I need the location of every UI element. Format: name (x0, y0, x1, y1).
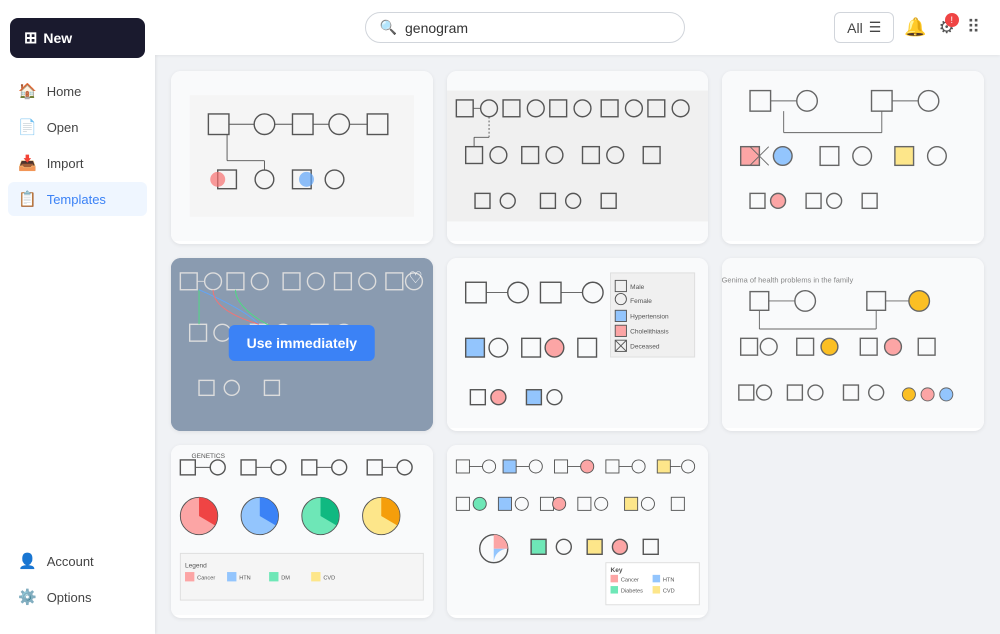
card-thumb-top-left (171, 71, 433, 241)
svg-text:Male: Male (630, 284, 645, 291)
card-info-health: Health Assessment Genogram 👁 50 ♡ 2 ⧉ (722, 428, 984, 431)
svg-text:CVD: CVD (323, 576, 335, 582)
sidebar-bottom: 👤 Account ⚙️ Options (0, 534, 155, 624)
card-info-medical-sample: Medical Genogram Sample 👁 53 ♡ 1 ⧉ (722, 241, 984, 244)
use-immediately-button[interactable]: Use immediately (229, 325, 376, 361)
template-card-health[interactable]: Genima of health problems in the family (722, 258, 984, 431)
template-card-top-middle[interactable]: 👁 408.0k ♡ 65 ⧉ 9.4k (447, 71, 709, 244)
sidebar-item-open-label: Open (47, 120, 79, 135)
sidebar: ⊞ New 🏠 Home 📄 Open 📥 Import 📋 Templates… (0, 0, 155, 634)
sidebar-item-import[interactable]: 📥 Import (8, 146, 147, 180)
svg-text:Cancer: Cancer (197, 576, 215, 582)
main-content: 🔍 All ☰ 🔔 ⚙ ! ⠿ (155, 0, 1000, 634)
options-icon: ⚙️ (18, 588, 37, 606)
sidebar-item-options[interactable]: ⚙️ Options (8, 580, 147, 614)
card-thumb-top-middle (447, 71, 709, 241)
sidebar-item-account[interactable]: 👤 Account (8, 544, 147, 578)
sidebar-item-home-label: Home (47, 84, 82, 99)
sidebar-item-home[interactable]: 🏠 Home (8, 74, 147, 108)
svg-text:CVD: CVD (663, 589, 675, 595)
heart-overlay-icon: ♡ (408, 268, 422, 288)
card-thumb-nursing: Key Cancer HTN Diabetes CVD (447, 445, 709, 615)
svg-text:Key: Key (610, 567, 622, 574)
svg-text:HTN: HTN (663, 577, 675, 583)
open-icon: 📄 (18, 118, 37, 136)
sidebar-item-templates[interactable]: 📋 Templates (8, 182, 147, 216)
svg-text:Legend: Legend (185, 562, 207, 569)
card-info-medical-1: Medical Genogram 👁 105 ♡ 2 ⧉ 6 (447, 428, 709, 431)
search-icon: 🔍 (380, 19, 397, 36)
card-thumb-health: Genima of health problems in the family (722, 258, 984, 428)
svg-text:HTN: HTN (239, 576, 251, 582)
settings-badge: ! (945, 13, 959, 27)
card-thumb-medical-sample (722, 71, 984, 241)
apps-icon: ⠿ (967, 17, 980, 37)
svg-text:Cancer: Cancer (620, 577, 638, 583)
menu-icon: ☰ (869, 19, 882, 36)
template-card-medical-2[interactable]: GENETICS (171, 445, 433, 618)
svg-text:Deceased: Deceased (630, 344, 660, 351)
template-card-family[interactable]: ♡ Use immediately Family Genogram 👁 121 … (171, 258, 433, 431)
search-input[interactable] (405, 20, 670, 36)
sidebar-item-templates-label: Templates (47, 192, 106, 207)
template-card-medical-1[interactable]: Male Female Hypertension Cholelithiasis … (447, 258, 709, 431)
plus-icon: ⊞ (24, 28, 37, 48)
account-icon: 👤 (18, 552, 37, 570)
apps-button[interactable]: ⠿ (967, 17, 980, 38)
card-info-medical-2: Medical Genogram 👁 15 ♡ 1 ⧉ 5 (171, 615, 433, 618)
settings-button[interactable]: ⚙ ! (939, 17, 955, 38)
svg-text:Cholelithiasis: Cholelithiasis (630, 329, 669, 336)
svg-text:Genima of health problems in t: Genima of health problems in the family (722, 275, 853, 284)
import-icon: 📥 (18, 154, 37, 172)
card-thumb-medical-2: GENETICS (171, 445, 433, 615)
bell-icon: 🔔 (904, 17, 926, 37)
card-info-top-middle: 👁 408.0k ♡ 65 ⧉ 9.4k (447, 241, 709, 244)
svg-text:Hypertension: Hypertension (630, 314, 669, 321)
template-card-top-left[interactable]: 👁 68 ♡ 3 ⧉ 44 (171, 71, 433, 244)
new-label: New (43, 30, 72, 46)
card-info-top-left: 👁 68 ♡ 3 ⧉ 44 (171, 241, 433, 244)
header: 🔍 All ☰ 🔔 ⚙ ! ⠿ (155, 0, 1000, 55)
card-thumb-family: ♡ Use immediately (171, 258, 433, 428)
template-card-medical-sample[interactable]: Medical Genogram Sample 👁 53 ♡ 1 ⧉ (722, 71, 984, 244)
svg-text:GENETICS: GENETICS (192, 453, 226, 460)
filter-label: All (847, 20, 863, 36)
notifications-button[interactable]: 🔔 (904, 17, 926, 38)
filter-button[interactable]: All ☰ (834, 12, 894, 43)
templates-icon: 📋 (18, 190, 37, 208)
svg-text:Diabetes: Diabetes (620, 589, 642, 595)
card-info-family: Family Genogram 👁 121 ♡ 1 ⧉ 33 (171, 428, 433, 431)
card-thumb-medical-1: Male Female Hypertension Cholelithiasis … (447, 258, 709, 428)
search-bar[interactable]: 🔍 (365, 12, 685, 43)
sidebar-nav: 🏠 Home 📄 Open 📥 Import 📋 Templates (0, 74, 155, 534)
home-icon: 🏠 (18, 82, 37, 100)
card-info-nursing: Medical Genogram for nursing school (447, 615, 709, 618)
header-icons: 🔔 ⚙ ! ⠿ (904, 17, 980, 38)
sidebar-account-label: Account (47, 554, 94, 569)
template-grid: 👁 68 ♡ 3 ⧉ 44 (155, 55, 1000, 634)
svg-text:DM: DM (281, 576, 290, 582)
sidebar-item-open[interactable]: 📄 Open (8, 110, 147, 144)
sidebar-options-label: Options (47, 590, 92, 605)
new-button[interactable]: ⊞ New (10, 18, 145, 58)
template-card-nursing[interactable]: Key Cancer HTN Diabetes CVD Medical Geno… (447, 445, 709, 618)
sidebar-item-import-label: Import (47, 156, 84, 171)
svg-text:Female: Female (630, 298, 652, 305)
